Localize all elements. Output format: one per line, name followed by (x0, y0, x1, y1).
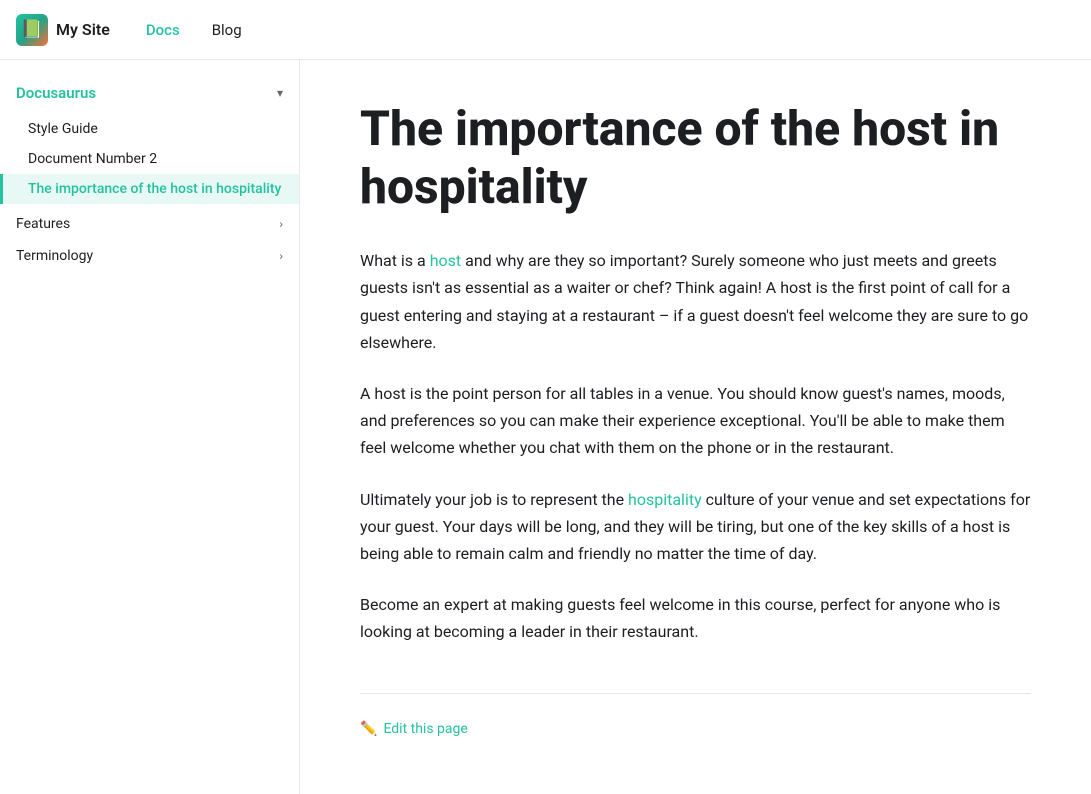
chevron-right-icon-2: › (279, 249, 283, 263)
sidebar-item-style-guide[interactable]: Style Guide (0, 114, 299, 144)
page-layout: Docusaurus ▾ Style Guide Document Number… (0, 60, 1091, 794)
nav-docs[interactable]: Docs (134, 13, 192, 47)
nav-links: Docs Blog (134, 13, 254, 47)
sidebar-category-terminology-label: Terminology (16, 248, 93, 264)
p1-after-link: and why are they so important? Surely so… (360, 251, 1028, 352)
paragraph-1: What is a host and why are they so impor… (360, 247, 1031, 356)
site-logo: 📗 (16, 14, 48, 46)
paragraph-2: A host is the point person for all table… (360, 380, 1031, 462)
sidebar-category-features[interactable]: Features › (0, 208, 299, 240)
edit-page-label: Edit this page (383, 721, 467, 737)
edit-page-link[interactable]: ✏️ Edit this page (360, 721, 468, 737)
sidebar: Docusaurus ▾ Style Guide Document Number… (0, 60, 300, 794)
chevron-down-icon: ▾ (277, 86, 283, 100)
brand-name: My Site (56, 20, 110, 39)
main-content: The importance of the host in hospitalit… (300, 60, 1091, 794)
brand-link[interactable]: 📗 My Site (16, 14, 110, 46)
p3-before-link: Ultimately your job is to represent the (360, 490, 628, 509)
nav-blog[interactable]: Blog (200, 13, 254, 47)
page-title: The importance of the host in hospitalit… (360, 100, 1031, 215)
sidebar-items: Style Guide Document Number 2 The import… (0, 110, 299, 208)
paragraph-3: Ultimately your job is to represent the … (360, 486, 1031, 568)
navbar: 📗 My Site Docs Blog (0, 0, 1091, 60)
logo-emoji: 📗 (21, 19, 43, 40)
host-link[interactable]: host (430, 251, 461, 270)
sidebar-category-features-label: Features (16, 216, 70, 232)
hospitality-link[interactable]: hospitality (628, 490, 702, 509)
sidebar-section-header[interactable]: Docusaurus ▾ (0, 76, 299, 110)
sidebar-section-title: Docusaurus (16, 84, 96, 102)
sidebar-item-document-number-2[interactable]: Document Number 2 (0, 144, 299, 174)
sidebar-category-terminology[interactable]: Terminology › (0, 240, 299, 272)
sidebar-item-host-hospitality[interactable]: The importance of the host in hospitalit… (0, 174, 299, 204)
chevron-right-icon: › (279, 217, 283, 231)
edit-icon: ✏️ (360, 721, 377, 737)
edit-page-section: ✏️ Edit this page (360, 693, 1031, 737)
paragraph-4: Become an expert at making guests feel w… (360, 591, 1031, 645)
p1-before-link: What is a (360, 251, 430, 270)
